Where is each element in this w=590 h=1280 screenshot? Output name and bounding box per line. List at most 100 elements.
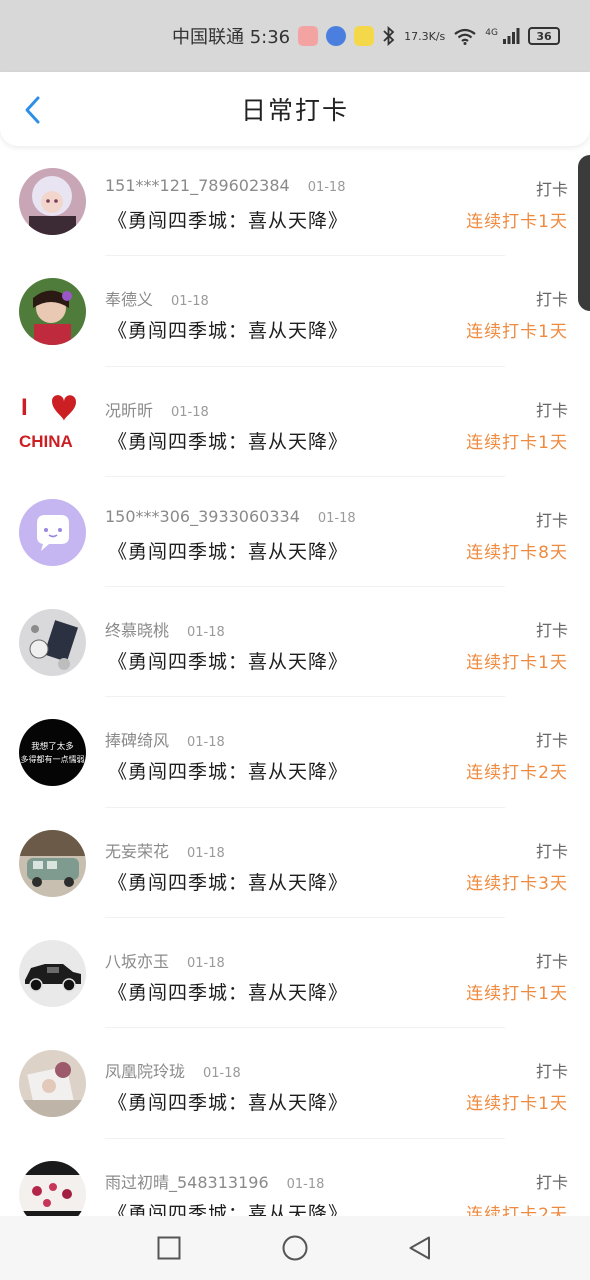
user-name: 凤凰院玲珑 — [105, 1062, 186, 1082]
checkin-date: 01-18 — [187, 735, 225, 751]
checkin-label: 打卡 — [535, 400, 568, 420]
avatar-text-bottom: 多得都有一点懦弱 — [21, 754, 85, 764]
streak-count: 连续打卡8天 — [466, 542, 568, 563]
list-item[interactable]: 我想了太多 多得都有一点懦弱 捧碑绮风 01-18 《勇闯四季城：喜从天降》 打卡 … — [0, 697, 590, 809]
checkin-label: 打卡 — [535, 1172, 568, 1192]
list-item[interactable]: 八坂亦玉 01-18 《勇闯四季城：喜从天降》 打卡 连续打卡1天 — [0, 918, 590, 1029]
book-title: 《勇闯四季城：喜从天降》 — [108, 1202, 349, 1216]
checkin-label: 打卡 — [535, 1062, 568, 1082]
net-speed-unit: K/s — [428, 29, 446, 43]
checkin-date: 01-18 — [171, 404, 209, 420]
list-item[interactable]: 150***306_3933060334 01-18 《勇闯四季城：喜从天降》 打… — [0, 477, 590, 588]
streak-count: 连续打卡1天 — [466, 1094, 568, 1115]
user-name: 150***306_3933060334 — [105, 506, 300, 526]
user-name: 奉德义 — [105, 290, 154, 310]
music-app-icon — [326, 26, 347, 46]
checkin-label: 打卡 — [535, 180, 568, 199]
signal-icon — [502, 27, 520, 45]
app-notification-icon — [298, 26, 319, 46]
back-nav-button[interactable] — [406, 1234, 434, 1262]
network-speed: 17.3 K/s — [404, 31, 445, 42]
chevron-left-icon — [25, 96, 40, 124]
avatar[interactable] — [19, 609, 86, 677]
streak-count: 连续打卡1天 — [466, 212, 568, 232]
user-name: 无妄荣花 — [105, 841, 170, 861]
avatar-text-bottom: CHINA — [19, 432, 73, 451]
user-name: 况昕昕 — [105, 400, 154, 420]
checkin-date: 01-18 — [317, 510, 356, 526]
recent-apps-button[interactable] — [155, 1234, 183, 1262]
checkin-label: 打卡 — [535, 952, 568, 972]
avatar[interactable] — [19, 940, 86, 1008]
battery-icon: 36 — [528, 27, 560, 45]
book-title: 《勇闯四季城：喜从天降》 — [108, 210, 349, 232]
carrier-time: 中国联通 5:36 — [171, 27, 291, 48]
system-navigation-bar — [0, 1216, 590, 1280]
avatar[interactable] — [19, 168, 86, 235]
bluetooth-icon — [382, 26, 396, 46]
list-item[interactable]: 奉德义 01-18 《勇闯四季城：喜从天降》 打卡 连续打卡1天 — [0, 256, 590, 367]
user-name: 八坂亦玉 — [105, 952, 170, 972]
checkin-label: 打卡 — [535, 510, 568, 530]
page-title: 日常打卡 — [240, 96, 349, 125]
user-name: 捧碑绮风 — [105, 731, 170, 751]
streak-count: 连续打卡1天 — [466, 984, 568, 1005]
battery-level: 36 — [536, 29, 552, 43]
list-item[interactable]: 凤凰院玲珑 01-18 《勇闯四季城：喜从天降》 打卡 连续打卡1天 — [0, 1028, 590, 1139]
checkin-date: 01-18 — [307, 180, 346, 195]
avatar[interactable] — [19, 498, 86, 566]
list-item[interactable]: 151***121_789602384 01-18 《勇闯四季城：喜从天降》 打卡… — [0, 146, 590, 257]
square-icon — [157, 1236, 181, 1260]
checkin-date: 01-18 — [187, 845, 225, 861]
avatar[interactable] — [19, 829, 86, 897]
checkin-date: 01-18 — [203, 1066, 241, 1082]
checkin-date: 01-18 — [187, 956, 225, 972]
floating-side-handle[interactable] — [578, 155, 590, 311]
checkin-date: 01-18 — [187, 625, 225, 641]
avatar[interactable]: I CHINA — [19, 388, 86, 456]
book-title: 《勇闯四季城：喜从天降》 — [108, 540, 349, 563]
checkin-label: 打卡 — [535, 621, 568, 641]
checkin-date: 01-18 — [286, 1176, 325, 1192]
list-item[interactable]: 雨过初晴_548313196 01-18 《勇闯四季城：喜从天降》 打卡 连续打卡… — [0, 1139, 590, 1216]
list-item[interactable]: 无妄荣花 01-18 《勇闯四季城：喜从天降》 打卡 连续打卡3天 — [0, 808, 590, 919]
book-title: 《勇闯四季城：喜从天降》 — [108, 1092, 349, 1115]
checkin-date: 01-18 — [171, 294, 209, 310]
list-item[interactable]: I CHINA 况昕昕 01-18 《勇闯四季城：喜从天降》 打卡 连续打卡1天 — [0, 367, 590, 478]
streak-count: 连续打卡3天 — [466, 873, 568, 894]
avatar[interactable] — [19, 1160, 86, 1216]
book-title: 《勇闯四季城：喜从天降》 — [108, 982, 349, 1005]
book-title: 《勇闯四季城：喜从天降》 — [108, 430, 349, 453]
checkin-label: 打卡 — [535, 731, 568, 751]
avatar-text-top: I — [21, 394, 28, 421]
book-title: 《勇闯四季城：喜从天降》 — [108, 871, 349, 894]
streak-count: 连续打卡2天 — [466, 763, 568, 784]
book-title: 《勇闯四季城：喜从天降》 — [108, 651, 349, 674]
avatar-text-top: 我想了太多 — [31, 741, 74, 752]
checkin-label: 打卡 — [535, 290, 568, 310]
checkin-list: 151***121_789602384 01-18 《勇闯四季城：喜从天降》 打卡… — [0, 146, 590, 1216]
home-button[interactable] — [281, 1234, 309, 1262]
book-title: 《勇闯四季城：喜从天降》 — [108, 320, 349, 343]
checkin-label: 打卡 — [535, 841, 568, 861]
list-item[interactable]: 终慕晓桃 01-18 《勇闯四季城：喜从天降》 打卡 连续打卡1天 — [0, 587, 590, 698]
user-name: 151***121_789602384 — [105, 176, 290, 195]
status-bar: 中国联通 5:36 17.3 K/s 4G 36 — [0, 0, 590, 72]
streak-count: 连续打卡1天 — [466, 432, 568, 453]
streak-count: 连续打卡1天 — [466, 653, 568, 674]
streak-count: 连续打卡2天 — [466, 1204, 568, 1216]
streak-count: 连续打卡1天 — [466, 322, 568, 343]
avatar[interactable]: 我想了太多多得都有一点懦弱 — [19, 719, 86, 787]
avatar[interactable] — [19, 1050, 86, 1118]
book-title: 《勇闯四季城：喜从天降》 — [108, 761, 349, 784]
chat-app-icon — [354, 26, 375, 46]
avatar[interactable] — [19, 278, 86, 346]
back-button[interactable] — [14, 92, 50, 128]
wifi-icon — [453, 27, 477, 45]
user-name: 雨过初晴_548313196 — [105, 1172, 269, 1192]
net-speed-value: 17.3 — [404, 29, 429, 43]
circle-icon — [282, 1235, 308, 1261]
user-name: 终慕晓桃 — [105, 621, 170, 641]
network-type: 4G — [485, 28, 498, 38]
header: 日常打卡 — [0, 72, 590, 146]
